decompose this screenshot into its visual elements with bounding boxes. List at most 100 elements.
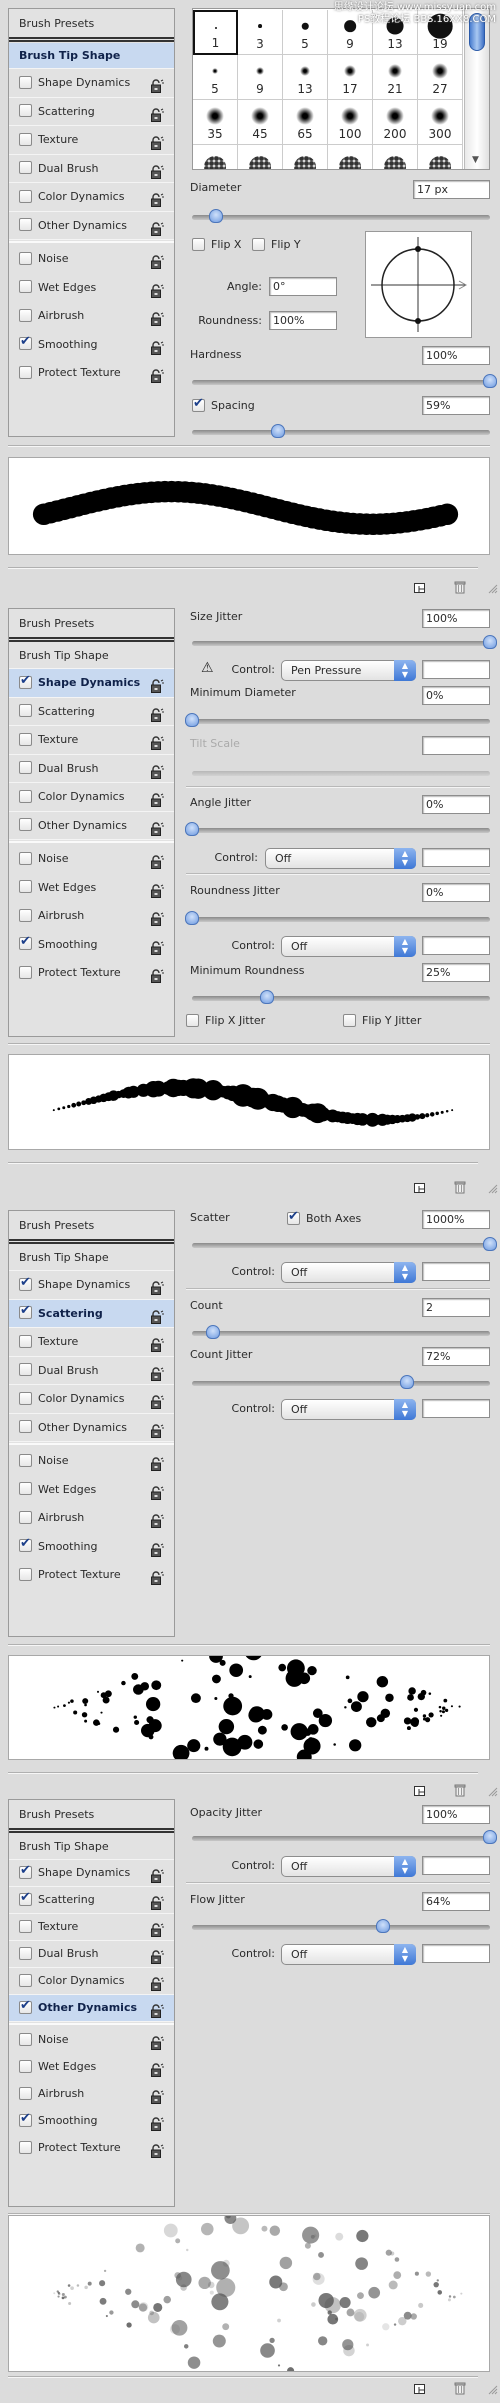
sidebar-item-color-dynamics[interactable]: Color Dynamics <box>9 183 174 212</box>
slider-thumb[interactable] <box>483 1830 497 1844</box>
flow-control-select[interactable]: Off ▲ ▼ <box>281 1944 416 1965</box>
lock-icon[interactable] <box>150 1568 164 1585</box>
checkbox[interactable] <box>19 1482 32 1495</box>
checkbox[interactable] <box>19 218 32 231</box>
brush-preset-cell[interactable]: 27 <box>418 55 463 100</box>
slider-thumb[interactable] <box>271 424 286 438</box>
opacity-jitter-input[interactable]: 100% <box>422 1805 490 1824</box>
lock-icon[interactable] <box>150 676 164 693</box>
opacity-jitter-slider[interactable] <box>192 1830 497 1844</box>
lock-icon[interactable] <box>150 1392 164 1409</box>
sidebar-item-other-dynamics[interactable]: Other Dynamics <box>9 212 174 240</box>
sidebar-item-other-dynamics[interactable]: Other Dynamics <box>9 812 174 840</box>
lock-icon[interactable] <box>150 2142 164 2158</box>
minimum-diameter-input[interactable]: 0% <box>422 686 490 705</box>
sidebar-item-texture[interactable]: Texture <box>9 1914 174 1941</box>
checkbox[interactable] <box>343 1013 356 1027</box>
brush-preset-cell[interactable] <box>238 145 283 169</box>
angle-circle-icon[interactable] <box>366 232 471 337</box>
trash-icon[interactable] <box>453 2381 467 2395</box>
sidebar-item-wet-edges[interactable]: Wet Edges <box>9 1476 174 1505</box>
sidebar-item-texture[interactable]: Texture <box>9 1328 174 1357</box>
checkbox[interactable] <box>19 704 32 717</box>
checkbox[interactable] <box>19 934 32 950</box>
slider-thumb[interactable] <box>375 1919 390 1933</box>
sidebar-item-brush-tip-shape[interactable]: Brush Tip Shape <box>9 1245 174 1271</box>
lock-icon[interactable] <box>150 338 164 355</box>
lock-icon[interactable] <box>150 790 164 807</box>
sidebar-item-color-dynamics[interactable]: Color Dynamics <box>9 1385 174 1414</box>
brush-preset-cell[interactable]: 9 <box>238 55 283 100</box>
brush-preset-cell[interactable]: 21 <box>373 55 418 100</box>
new-brush-icon[interactable] <box>413 1180 427 1194</box>
checkbox[interactable] <box>19 1303 32 1319</box>
lock-icon[interactable] <box>150 2088 164 2104</box>
sidebar-item-airbrush[interactable]: Airbrush <box>9 302 174 331</box>
sidebar-item-dual-brush[interactable]: Dual Brush <box>9 755 174 783</box>
flip-y-jitter-checkbox[interactable]: Flip Y Jitter <box>343 1013 421 1028</box>
sidebar-item-noise[interactable]: Noise <box>9 845 174 874</box>
checkbox[interactable] <box>19 1275 32 1291</box>
sidebar-item-brush-tip-shape[interactable]: Brush Tip Shape <box>9 643 174 669</box>
sidebar-item-protect-texture[interactable]: Protect Texture <box>9 1561 174 1590</box>
flip-y-checkbox[interactable]: Flip Y <box>252 237 301 252</box>
checkbox[interactable] <box>19 251 32 265</box>
lock-icon[interactable] <box>150 1894 164 1910</box>
trash-icon[interactable] <box>453 1180 467 1194</box>
slider-thumb[interactable] <box>483 374 497 388</box>
grid-scrollbar[interactable]: ▼ <box>464 9 489 169</box>
lock-icon[interactable] <box>150 1867 164 1883</box>
lock-icon[interactable] <box>150 1278 164 1295</box>
sidebar-item-color-dynamics[interactable]: Color Dynamics <box>9 783 174 812</box>
checkbox[interactable] <box>19 189 32 203</box>
roundness-jitter-slider[interactable] <box>185 911 490 925</box>
sidebar-item-scattering[interactable]: Scattering <box>9 1887 174 1914</box>
checkbox[interactable] <box>19 2111 32 2127</box>
sidebar-item-other-dynamics[interactable]: Other Dynamics <box>9 1995 174 2022</box>
lock-icon[interactable] <box>150 2034 164 2050</box>
count-input[interactable]: 2 <box>422 1298 490 1317</box>
sidebar-item-smoothing[interactable]: Smoothing <box>9 931 174 960</box>
lock-icon[interactable] <box>150 1364 164 1381</box>
lock-icon[interactable] <box>150 309 164 326</box>
brush-preset-cell[interactable]: 35 <box>193 100 238 145</box>
brush-preset-cell[interactable] <box>328 145 373 169</box>
lock-icon[interactable] <box>150 762 164 779</box>
sidebar-item-shape-dynamics[interactable]: Shape Dynamics <box>9 69 174 98</box>
brush-angle-roundness-widget[interactable] <box>365 231 472 338</box>
lock-icon[interactable] <box>150 1511 164 1528</box>
lock-icon[interactable] <box>150 281 164 298</box>
sidebar-item-protect-texture[interactable]: Protect Texture <box>9 2135 174 2162</box>
opacity-control-select[interactable]: Off ▲ ▼ <box>281 1856 416 1877</box>
lock-icon[interactable] <box>150 909 164 926</box>
spacing-input[interactable]: 59% <box>422 396 490 415</box>
sidebar-item-protect-texture[interactable]: Protect Texture <box>9 359 174 388</box>
sidebar-item-shape-dynamics[interactable]: Shape Dynamics <box>9 669 174 698</box>
brush-preset-cell[interactable] <box>283 145 328 169</box>
sidebar-item-dual-brush[interactable]: Dual Brush <box>9 155 174 183</box>
both-axes-checkbox[interactable]: Both Axes <box>287 1209 361 1226</box>
lock-icon[interactable] <box>150 2002 164 2018</box>
lock-icon[interactable] <box>150 76 164 93</box>
checkbox[interactable] <box>252 237 265 251</box>
sidebar-item-texture[interactable]: Texture <box>9 126 174 155</box>
diameter-slider[interactable] <box>192 209 490 223</box>
minimum-diameter-slider[interactable] <box>185 713 490 727</box>
checkbox[interactable] <box>19 908 32 922</box>
sidebar-item-color-dynamics[interactable]: Color Dynamics <box>9 1968 174 1995</box>
flip-x-jitter-checkbox[interactable]: Flip X Jitter <box>186 1013 265 1028</box>
scroll-down-arrow-icon[interactable]: ▼ <box>472 155 479 165</box>
count-control-select[interactable]: Off ▲ ▼ <box>281 1399 416 1420</box>
checkbox[interactable] <box>186 1013 199 1027</box>
lock-icon[interactable] <box>150 1335 164 1352</box>
sidebar-item-smoothing[interactable]: Smoothing <box>9 2108 174 2135</box>
checkbox[interactable] <box>19 280 32 293</box>
sidebar-item-brush-tip-shape[interactable]: Brush Tip Shape <box>9 43 174 69</box>
sidebar-item-airbrush[interactable]: Airbrush <box>9 1504 174 1533</box>
brush-preset-cell[interactable] <box>418 145 463 169</box>
checkbox[interactable] <box>19 1334 32 1348</box>
lock-icon[interactable] <box>150 1454 164 1471</box>
checkbox[interactable] <box>19 789 32 803</box>
brush-presets-item[interactable]: Brush Presets <box>9 609 174 639</box>
slider-thumb[interactable] <box>399 1375 414 1389</box>
